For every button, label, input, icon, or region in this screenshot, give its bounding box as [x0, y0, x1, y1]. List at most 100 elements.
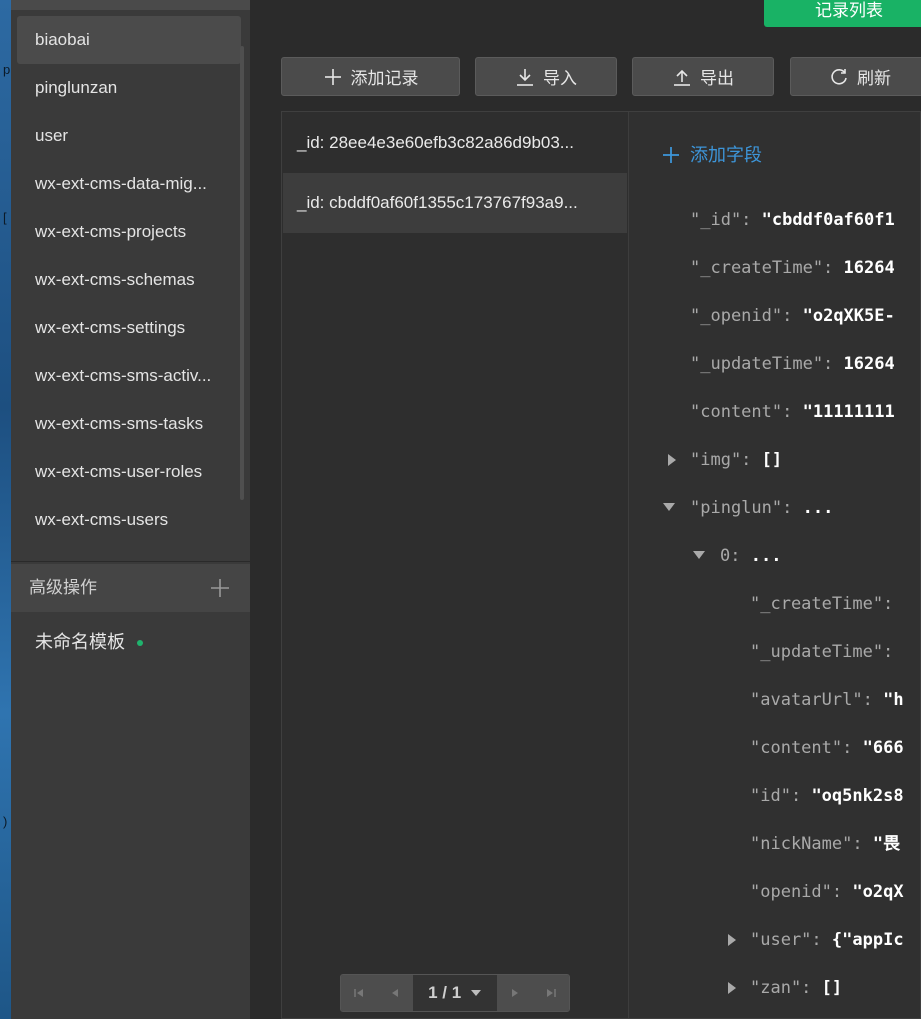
import-label: 导入 — [543, 69, 577, 88]
refresh-label: 刷新 — [857, 69, 891, 88]
collection-item-projects[interactable]: wx-ext-cms-projects — [17, 208, 241, 256]
field-row[interactable]: "content": "11111111 — [690, 396, 895, 428]
next-page-button[interactable] — [497, 975, 533, 1011]
add-template-plus-icon[interactable] — [210, 578, 230, 598]
collapse-arrow-icon[interactable] — [693, 551, 705, 559]
record-row[interactable]: _id: 28ee4e3e60efb3c82a86d9b03... — [283, 113, 627, 173]
field-row[interactable]: "user": {"appIc — [750, 924, 904, 956]
expand-arrow-icon[interactable] — [668, 454, 676, 466]
collection-list: biaobai pinglunzan user wx-ext-cms-data-… — [11, 16, 250, 562]
field-key: "_updateTime": — [690, 354, 834, 374]
template-item[interactable]: 未命名模板 — [35, 618, 143, 666]
field-row[interactable]: "_id": "cbddf0af60f1 — [690, 204, 895, 236]
first-page-icon — [354, 989, 363, 997]
field-row[interactable]: "avatarUrl": "h — [750, 684, 904, 716]
field-row[interactable]: "zan": [] — [750, 972, 842, 1004]
records-list: _id: 28ee4e3e60efb3c82a86d9b03... _id: c… — [282, 112, 629, 1018]
field-key: "_createTime": — [750, 594, 894, 614]
chevron-down-icon — [470, 990, 481, 996]
prev-page-button[interactable] — [377, 975, 413, 1011]
field-row[interactable]: "id": "oq5nk2s8 — [750, 780, 904, 812]
field-value: 16264 — [843, 258, 895, 278]
collection-list-scrollbar[interactable] — [240, 46, 244, 500]
export-label: 导出 — [700, 69, 734, 88]
page-indicator[interactable]: 1 / 1 — [413, 975, 497, 1011]
field-key: "nickName": — [750, 834, 863, 854]
field-value: "11111111 — [802, 402, 895, 422]
field-row[interactable]: "pinglun": ... — [690, 492, 833, 524]
field-row[interactable]: "_createTime": — [750, 588, 893, 620]
template-label: 未命名模板 — [35, 632, 125, 652]
import-button[interactable]: 导入 — [475, 57, 617, 96]
records-panel: _id: 28ee4e3e60efb3c82a86d9b03... _id: c… — [281, 111, 921, 1019]
field-row[interactable]: "content": "666 — [750, 732, 904, 764]
collection-item-data-migration[interactable]: wx-ext-cms-data-mig... — [17, 160, 241, 208]
add-record-button[interactable]: 添加记录 — [281, 57, 460, 96]
advanced-operations-title: 高级操作 — [29, 578, 97, 597]
collection-item-user[interactable]: user — [17, 112, 241, 160]
field-key: "user": — [750, 930, 822, 950]
expand-arrow-icon[interactable] — [728, 934, 736, 946]
add-field-button[interactable]: 添加字段 — [662, 138, 762, 172]
collapse-arrow-icon[interactable] — [663, 503, 675, 511]
field-row[interactable]: 0: ... — [720, 540, 781, 572]
desktop-glyph: p — [3, 62, 11, 77]
last-page-icon — [547, 989, 556, 997]
field-row[interactable]: "_openid": "o2qXK5E- — [690, 300, 895, 332]
next-page-icon — [512, 989, 518, 997]
field-value: [] — [761, 450, 783, 470]
desktop-glyph: [ — [3, 210, 7, 225]
collection-item-pinglunzan[interactable]: pinglunzan — [17, 64, 241, 112]
field-row[interactable]: "_createTime": 16264 — [690, 252, 895, 284]
add-field-label: 添加字段 — [690, 145, 762, 165]
field-key: "zan": — [750, 978, 812, 998]
export-button[interactable]: 导出 — [632, 57, 774, 96]
add-record-label: 添加记录 — [350, 69, 419, 88]
field-key: "img": — [690, 450, 752, 470]
plus-icon — [324, 68, 341, 85]
field-row[interactable]: "img": [] — [690, 444, 782, 476]
field-key: "pinglun": — [690, 498, 793, 518]
first-page-button[interactable] — [341, 975, 377, 1011]
advanced-operations-header: 高级操作 — [11, 564, 250, 612]
field-value: "666 — [862, 738, 904, 758]
collection-item-settings[interactable]: wx-ext-cms-settings — [17, 304, 241, 352]
collection-item-users[interactable]: wx-ext-cms-users — [17, 496, 241, 544]
record-list-button[interactable]: 记录列表 — [764, 0, 921, 27]
plus-icon — [663, 147, 679, 163]
record-detail: 添加字段 "_id": "cbddf0af60f1 "_createTime":… — [629, 112, 920, 1018]
field-row[interactable]: "_updateTime": 16264 — [690, 348, 895, 380]
field-value: "o2qX — [852, 882, 904, 902]
collection-item-user-roles[interactable]: wx-ext-cms-user-roles — [17, 448, 241, 496]
field-value: "畏 — [872, 834, 901, 854]
upload-icon — [674, 69, 690, 86]
field-row[interactable]: "nickName": "畏 — [750, 828, 900, 860]
collection-item-schemas[interactable]: wx-ext-cms-schemas — [17, 256, 241, 304]
record-row-selected[interactable]: _id: cbddf0af60f1355c173767f93a9... — [283, 173, 627, 233]
sidebar-top-bar — [11, 0, 250, 10]
pagination: 1 / 1 — [340, 974, 570, 1012]
refresh-button[interactable]: 刷新 — [790, 57, 921, 96]
field-value: "oq5nk2s8 — [811, 786, 904, 806]
field-value: "h — [883, 690, 904, 710]
field-key: "id": — [750, 786, 802, 806]
desktop-background: p [ ) — [0, 0, 11, 1019]
field-key: "_updateTime": — [750, 642, 894, 662]
field-key: "openid": — [750, 882, 843, 902]
download-icon — [517, 68, 533, 86]
desktop-glyph: ) — [3, 814, 8, 829]
page-number: 1 / 1 — [428, 983, 462, 1002]
expand-arrow-icon[interactable] — [728, 982, 736, 994]
collection-item-sms-tasks[interactable]: wx-ext-cms-sms-tasks — [17, 400, 241, 448]
field-key: "content": — [690, 402, 793, 422]
field-value: ... — [750, 546, 782, 566]
collection-item-biaobai[interactable]: biaobai — [17, 16, 241, 64]
collection-item-sms-activities[interactable]: wx-ext-cms-sms-activ... — [17, 352, 241, 400]
field-row[interactable]: "_updateTime": — [750, 636, 893, 668]
refresh-icon — [831, 68, 847, 85]
last-page-button[interactable] — [533, 975, 569, 1011]
field-value: "cbddf0af60f1 — [761, 210, 895, 230]
field-key: "avatarUrl": — [750, 690, 873, 710]
field-key: 0: — [720, 546, 741, 566]
field-row[interactable]: "openid": "o2qX — [750, 876, 904, 908]
